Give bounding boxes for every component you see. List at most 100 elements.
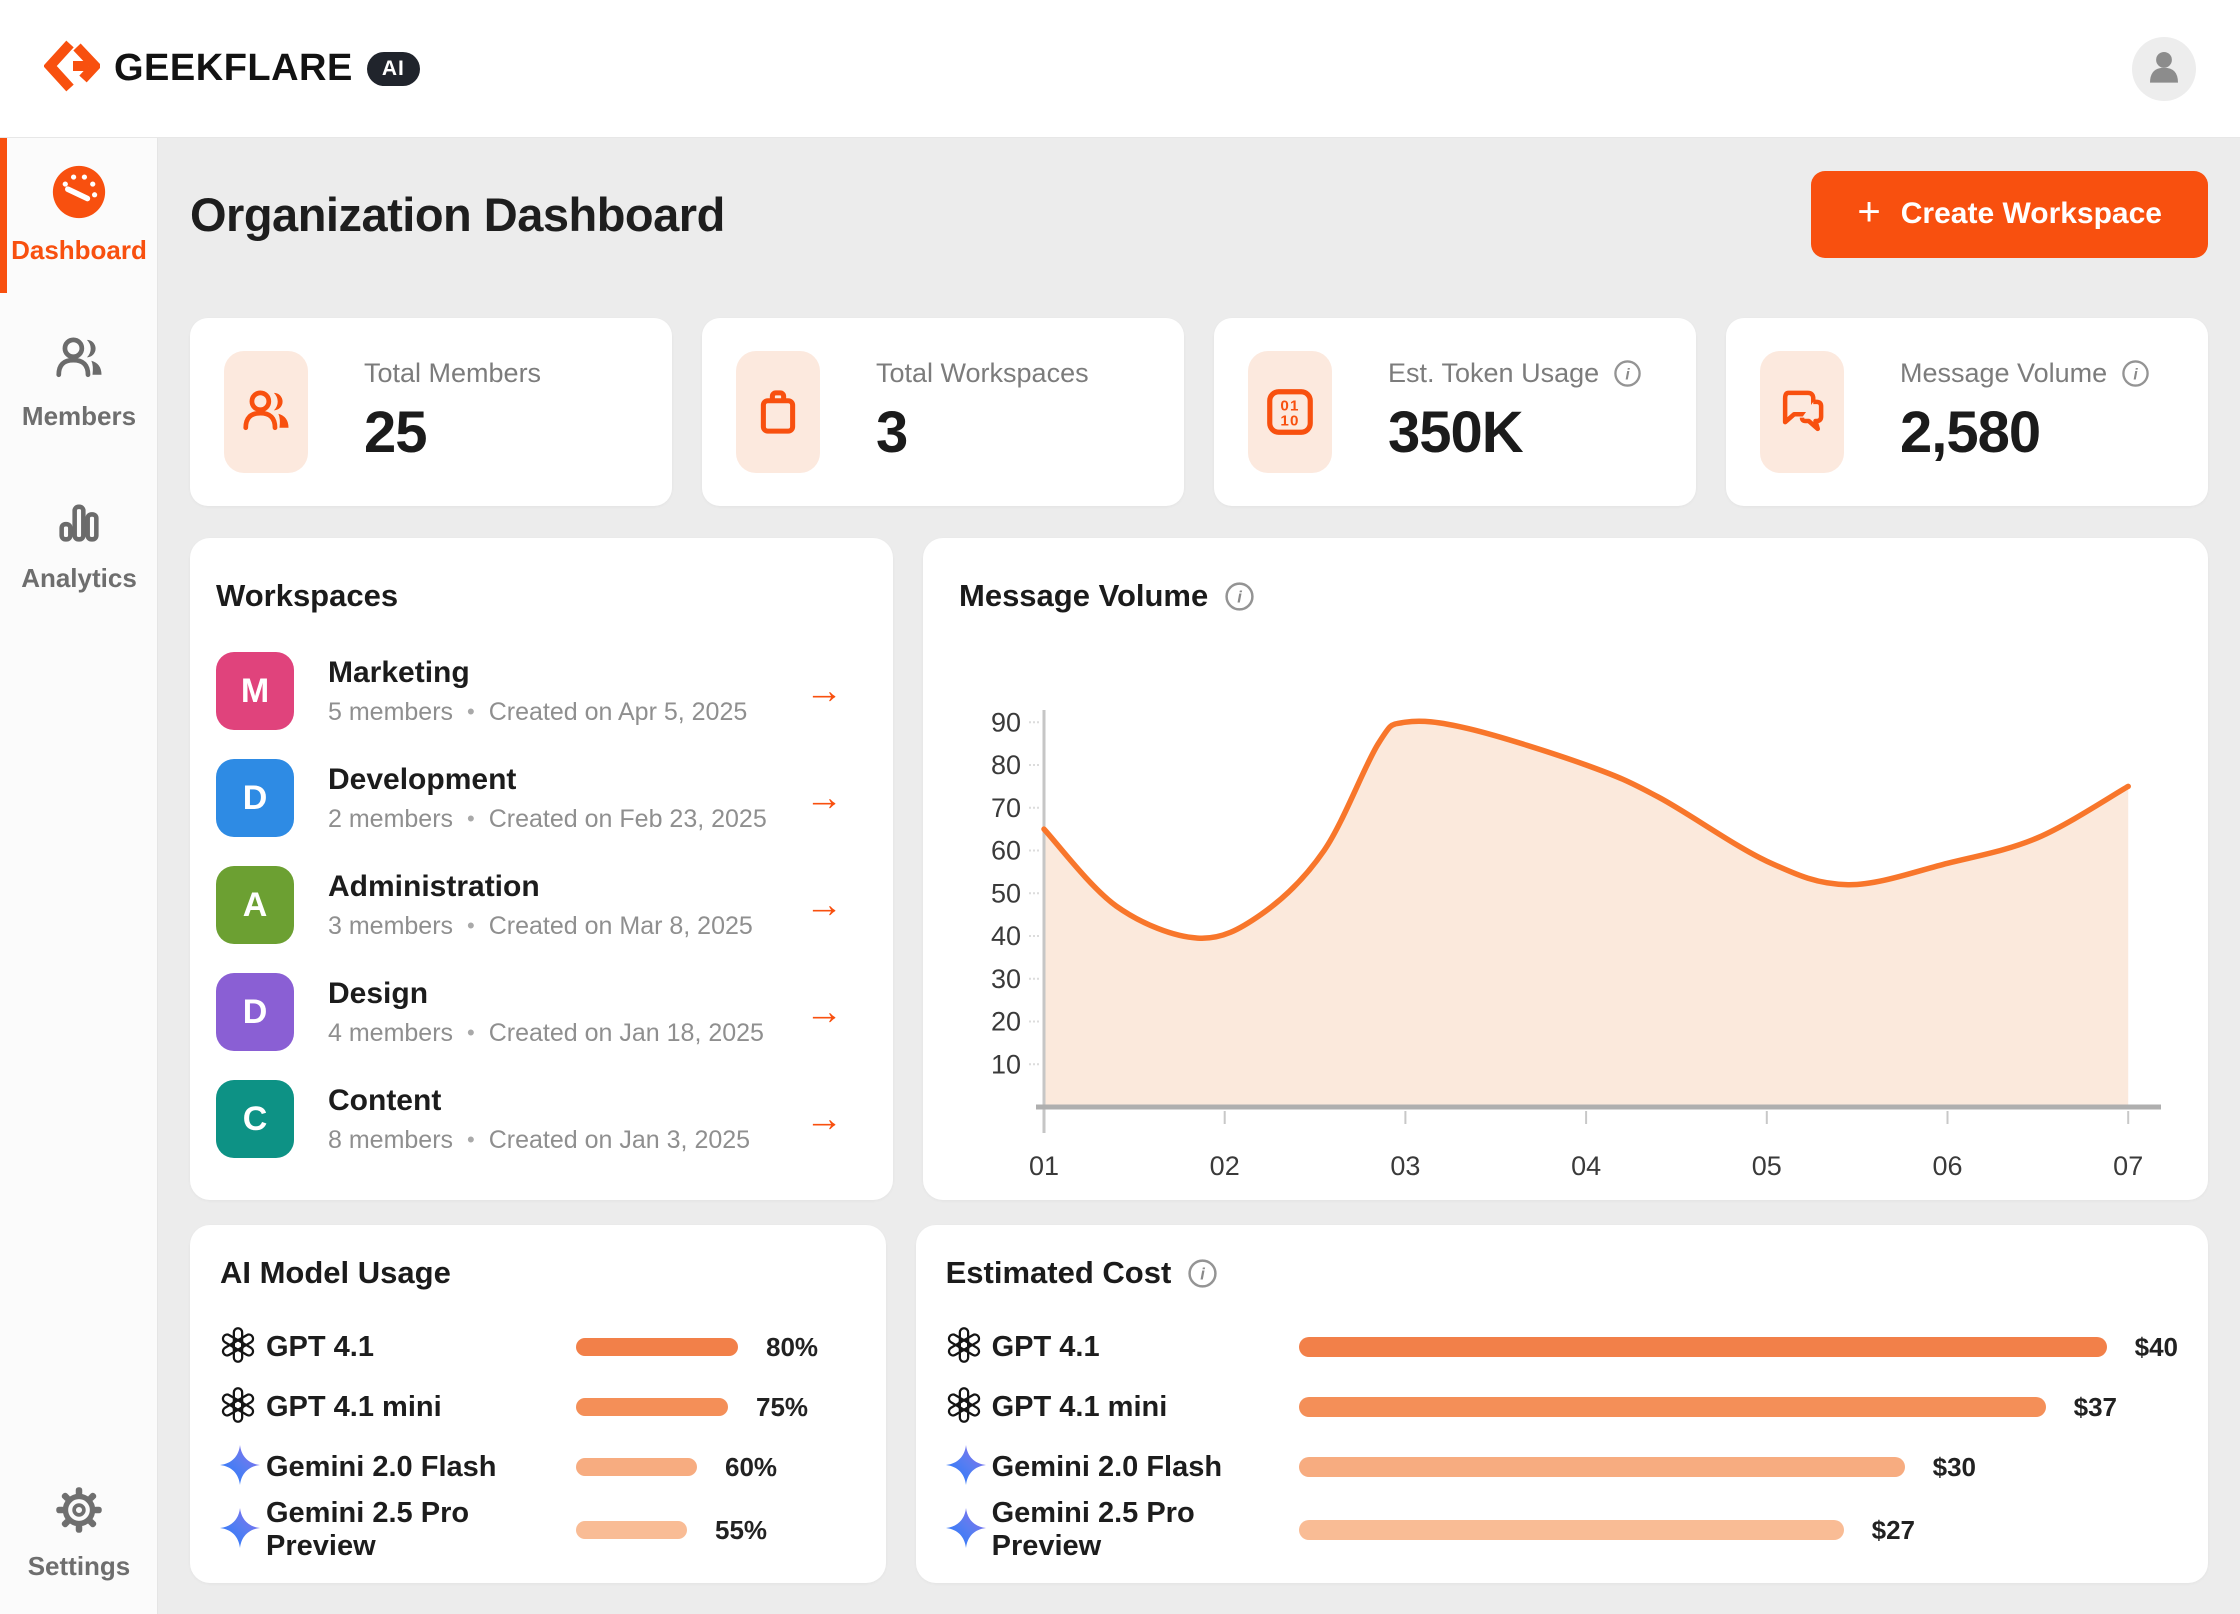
analytics-bars-icon xyxy=(53,496,105,553)
model-bar xyxy=(576,1398,728,1416)
model-bar-value: 80% xyxy=(766,1332,818,1363)
arrow-right-icon[interactable]: → xyxy=(805,884,843,927)
workspace-initial-tile: D xyxy=(216,973,294,1051)
info-icon[interactable]: i xyxy=(1224,581,1255,612)
svg-text:i: i xyxy=(2133,366,2138,383)
model-bar-value: 55% xyxy=(715,1515,767,1546)
svg-text:40: 40 xyxy=(991,921,1021,951)
openai-icon xyxy=(220,1327,256,1363)
members-stat-icon xyxy=(224,351,308,473)
svg-text:20: 20 xyxy=(991,1007,1021,1037)
user-avatar[interactable] xyxy=(2132,37,2196,101)
sidebar-label-settings: Settings xyxy=(28,1551,131,1582)
model-bar xyxy=(1299,1337,2107,1357)
info-icon[interactable]: i xyxy=(1187,1258,1218,1289)
estimated-cost-panel: Estimated Cost i GPT 4.1 $40 xyxy=(916,1225,2208,1583)
estimated-cost-title: Estimated Cost i xyxy=(946,1255,2178,1291)
svg-text:30: 30 xyxy=(991,964,1021,994)
model-row: Gemini 2.0 Flash $30 xyxy=(946,1437,2178,1497)
stat-card-total-workspaces: Total Workspaces 3 xyxy=(702,318,1184,506)
model-bar xyxy=(576,1521,687,1539)
openai-icon xyxy=(220,1387,256,1423)
model-name: GPT 4.1 mini xyxy=(992,1391,1299,1424)
message-volume-chart: 10203040506070809001020304050607 xyxy=(943,670,2193,1190)
members-icon xyxy=(52,332,106,391)
workspace-list-item[interactable]: D Design 4 members•Created on Jan 18, 20… xyxy=(216,973,867,1051)
sidebar-label-members: Members xyxy=(22,401,136,432)
svg-text:70: 70 xyxy=(991,793,1021,823)
svg-text:i: i xyxy=(1625,366,1630,383)
openai-icon xyxy=(946,1327,982,1363)
model-row: GPT 4.1 80% xyxy=(220,1317,856,1377)
brand-name: GEEKFLARE xyxy=(114,47,353,90)
gemini-icon xyxy=(220,1508,260,1548)
svg-text:i: i xyxy=(1200,1264,1205,1283)
model-bar xyxy=(576,1338,738,1356)
model-name: GPT 4.1 xyxy=(992,1331,1299,1364)
top-header: GEEKFLARE AI xyxy=(0,0,2240,138)
workspace-list-item[interactable]: C Content 8 members•Created on Jan 3, 20… xyxy=(216,1080,867,1158)
model-name: Gemini 2.5 Pro Preview xyxy=(992,1497,1299,1563)
estimated-cost-rows: GPT 4.1 $40 GPT 4.1 mini $37 Gemini 2.0 … xyxy=(946,1317,2178,1557)
info-icon[interactable]: i xyxy=(2121,359,2150,388)
svg-text:50: 50 xyxy=(991,878,1021,908)
workspace-meta: 8 members•Created on Jan 3, 2025 xyxy=(328,1126,750,1155)
gear-icon xyxy=(53,1484,105,1541)
workspaces-panel: Workspaces M Marketing 5 members•Created… xyxy=(190,538,893,1200)
stat-card-token-usage: 01 10 Est. Token Usage i 350K xyxy=(1214,318,1696,506)
model-bar xyxy=(1299,1520,1844,1540)
sidebar-item-members[interactable]: Members xyxy=(0,332,158,432)
workspace-initial-tile: C xyxy=(216,1080,294,1158)
workspace-initial-tile: M xyxy=(216,652,294,730)
workspace-list-item[interactable]: D Development 2 members•Created on Feb 2… xyxy=(216,759,867,837)
workspace-list-item[interactable]: M Marketing 5 members•Created on Apr 5, … xyxy=(216,652,867,730)
model-bar-value: 60% xyxy=(725,1452,777,1483)
sidebar-item-dashboard[interactable]: Dashboard xyxy=(0,164,158,266)
model-bar-value: $27 xyxy=(1872,1515,1915,1546)
sidebar-label-analytics: Analytics xyxy=(21,563,137,594)
create-workspace-button[interactable]: + Create Workspace xyxy=(1811,171,2208,258)
model-usage-rows: GPT 4.1 80% GPT 4.1 mini 75% Gemini 2.0 … xyxy=(220,1317,856,1557)
svg-text:02: 02 xyxy=(1210,1151,1240,1181)
person-icon xyxy=(2143,45,2185,92)
arrow-right-icon[interactable]: → xyxy=(805,991,843,1034)
sidebar-item-analytics[interactable]: Analytics xyxy=(0,496,158,594)
stat-card-total-members: Total Members 25 xyxy=(190,318,672,506)
arrow-right-icon[interactable]: → xyxy=(805,1098,843,1141)
model-name: Gemini 2.0 Flash xyxy=(992,1451,1299,1484)
workspace-list-item[interactable]: A Administration 3 members•Created on Ma… xyxy=(216,866,867,944)
stats-row: Total Members 25 Total Workspaces 3 xyxy=(190,318,2208,506)
dashboard-gauge-icon xyxy=(51,164,107,225)
model-row: Gemini 2.5 Pro Preview 55% xyxy=(220,1497,856,1557)
svg-text:60: 60 xyxy=(991,836,1021,866)
workspace-name: Content xyxy=(328,1084,750,1118)
model-bar xyxy=(576,1458,697,1476)
stat-value: 2,580 xyxy=(1900,399,2150,466)
workspace-initial-tile: A xyxy=(216,866,294,944)
workspace-name: Marketing xyxy=(328,656,747,690)
arrow-right-icon[interactable]: → xyxy=(805,777,843,820)
svg-text:80: 80 xyxy=(991,750,1021,780)
svg-text:90: 90 xyxy=(991,707,1021,737)
workspace-meta: 5 members•Created on Apr 5, 2025 xyxy=(328,698,747,727)
model-row: GPT 4.1 $40 xyxy=(946,1317,2178,1377)
sidebar-label-dashboard: Dashboard xyxy=(11,235,147,266)
workspace-meta: 2 members•Created on Feb 23, 2025 xyxy=(328,805,767,834)
arrow-right-icon[interactable]: → xyxy=(805,670,843,713)
sidebar-item-settings[interactable]: Settings xyxy=(0,1484,158,1582)
brand: GEEKFLARE AI xyxy=(44,38,420,99)
svg-text:10: 10 xyxy=(991,1049,1021,1079)
openai-icon xyxy=(946,1387,982,1423)
stat-value: 3 xyxy=(876,399,1089,466)
model-bar-value: $40 xyxy=(2135,1332,2178,1363)
workspace-name: Design xyxy=(328,977,764,1011)
workspace-name: Administration xyxy=(328,870,753,904)
workspace-meta: 4 members•Created on Jan 18, 2025 xyxy=(328,1019,764,1048)
sidebar: Dashboard Members xyxy=(0,138,158,1614)
model-name: Gemini 2.0 Flash xyxy=(266,1451,576,1484)
info-icon[interactable]: i xyxy=(1613,359,1642,388)
stat-value: 25 xyxy=(364,399,541,466)
token-binary-icon: 01 10 xyxy=(1248,351,1332,473)
model-bar-value: 75% xyxy=(756,1392,808,1423)
svg-text:i: i xyxy=(1237,587,1242,606)
